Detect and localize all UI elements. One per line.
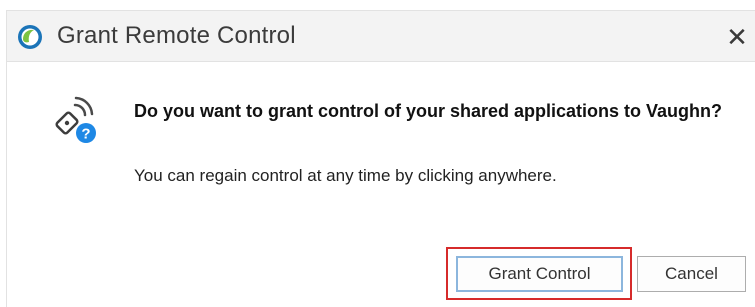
dialog-body: ? Do you want to grant control of your s… <box>6 62 755 307</box>
remote-control-question-icon: ? <box>51 95 101 147</box>
dialog-question: Do you want to grant control of your sha… <box>134 101 723 121</box>
dialog-subtext: You can regain control at any time by cl… <box>134 166 557 185</box>
app-logo-icon <box>17 24 43 50</box>
close-button[interactable]: ✕ <box>719 19 755 55</box>
title-bar: Grant Remote Control ✕ <box>6 10 755 62</box>
window-title: Grant Remote Control <box>57 22 296 49</box>
grant-remote-control-dialog: Grant Remote Control ✕ ? Do you want to … <box>0 0 755 307</box>
svg-text:?: ? <box>81 126 90 143</box>
cancel-button[interactable]: Cancel <box>637 256 746 292</box>
grant-control-button[interactable]: Grant Control <box>456 256 623 292</box>
